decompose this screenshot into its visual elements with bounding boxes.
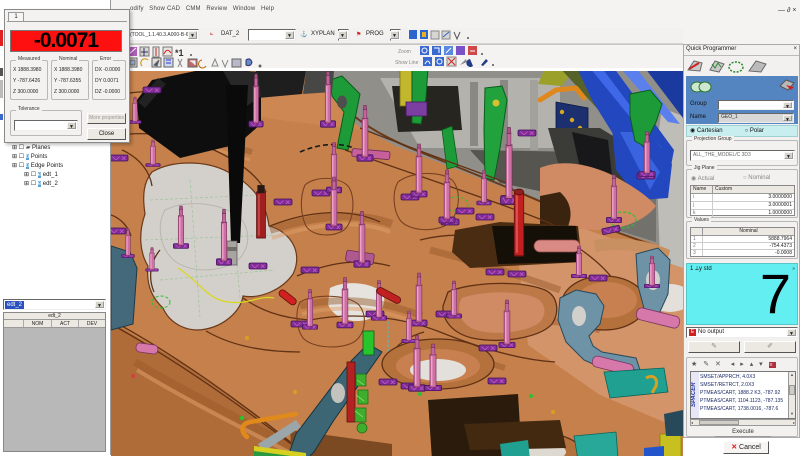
svg-text:Zoom: Zoom <box>398 49 411 55</box>
svg-text:Show Line: Show Line <box>395 60 419 66</box>
